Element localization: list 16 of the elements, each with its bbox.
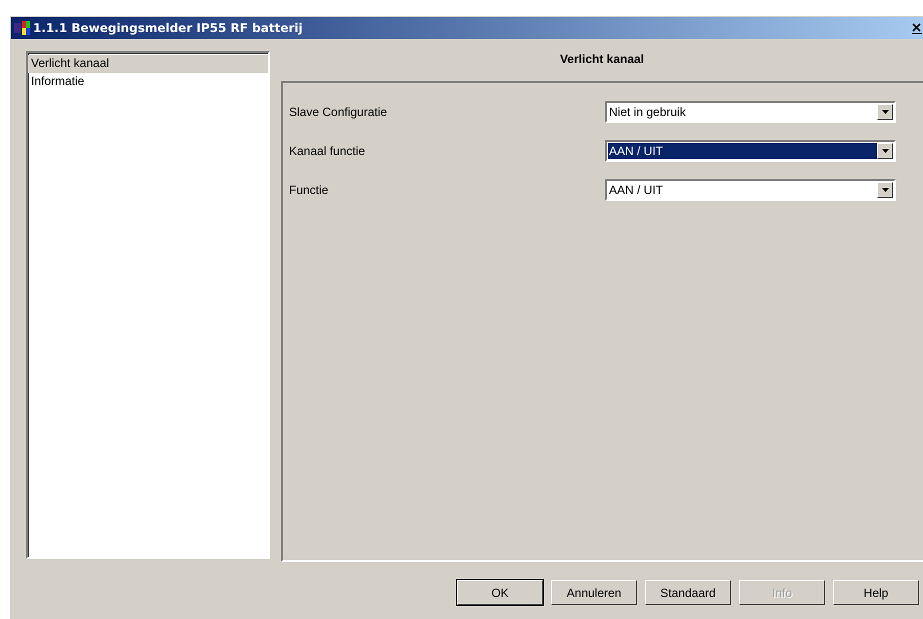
field-label: Slave Configuratie: [289, 105, 388, 119]
dialog-button[interactable]: Annuleren: [551, 580, 637, 605]
dropdown[interactable]: AAN / UIT: [605, 179, 896, 201]
dialog-button[interactable]: Standaard: [645, 580, 731, 605]
dropdown[interactable]: AAN / UIT: [605, 140, 896, 162]
list-item[interactable]: Verlicht kanaal: [28, 55, 268, 73]
field-label: Functie: [289, 183, 330, 197]
panel-heading: Verlicht kanaal: [558, 51, 646, 68]
field-label: Kanaal functie: [289, 144, 366, 158]
dropdown[interactable]: Niet in gebruik: [605, 101, 896, 123]
close-icon[interactable]: [912, 22, 922, 34]
list-item[interactable]: Informatie: [28, 73, 268, 91]
window-title: 1.1.1 Bewegingsmelder IP55 RF batterij: [33, 21, 304, 35]
dialog-button[interactable]: Help: [833, 580, 919, 605]
app-icon: [14, 21, 30, 35]
dialog-button[interactable]: OK: [457, 580, 543, 605]
